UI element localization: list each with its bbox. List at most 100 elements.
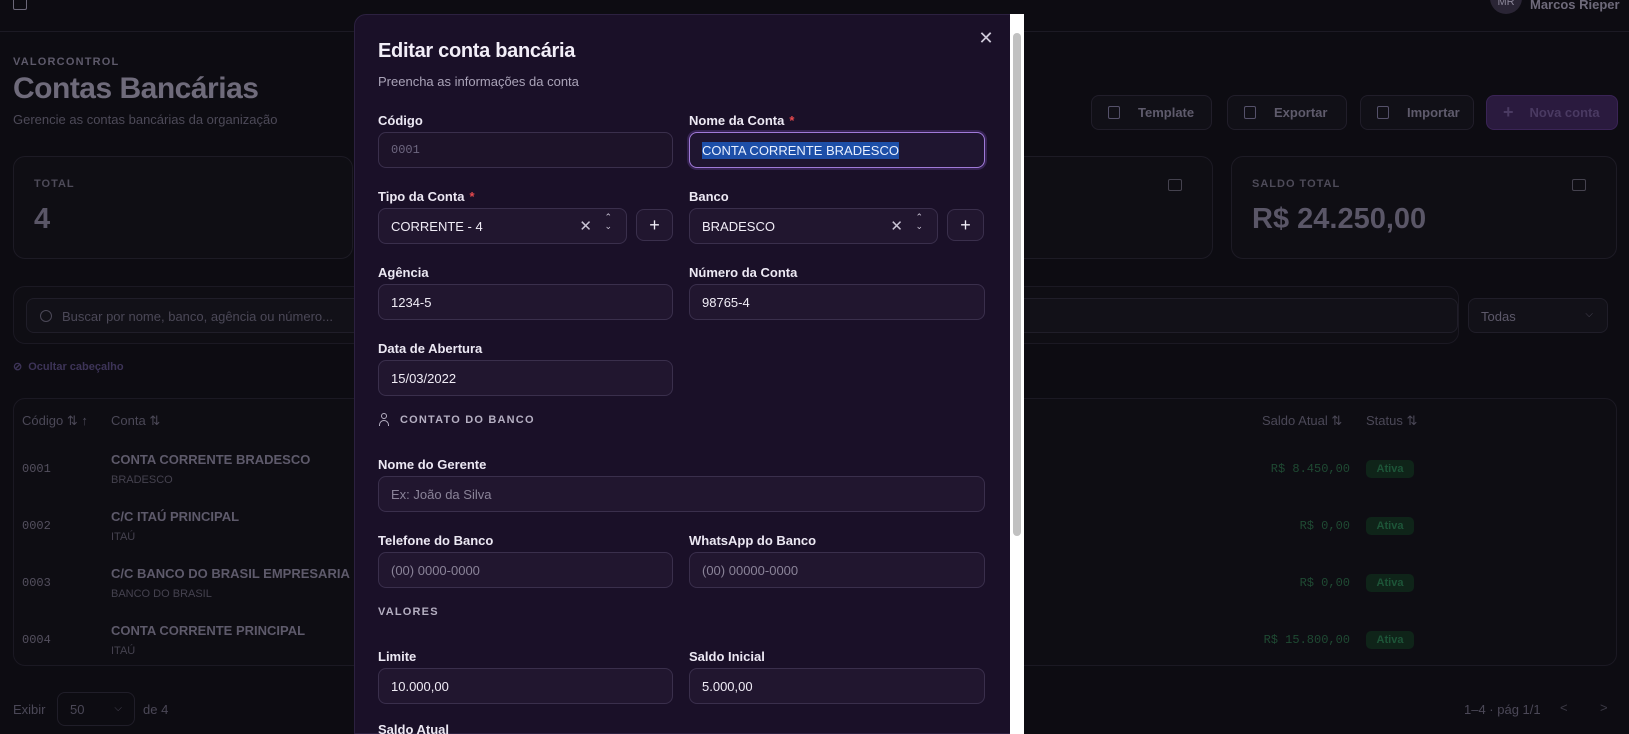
new-account-label: Nova conta	[1529, 105, 1600, 120]
row-bank: BANCO DO BRASIL	[111, 588, 212, 600]
status-badge: Ativa	[1366, 517, 1414, 535]
tipo-label-text: Tipo da Conta	[378, 189, 465, 204]
tipo-select[interactable]: CORRENTE - 4 ✕ ⌃ ⌄	[378, 208, 627, 244]
add-tipo-button[interactable]: +	[636, 209, 673, 241]
gerente-placeholder: Ex: João da Silva	[391, 487, 492, 502]
codigo-label: Código	[378, 113, 423, 128]
section-valores: VALORES	[378, 606, 439, 618]
stat-card-total: TOTAL 4	[13, 156, 353, 259]
banco-value: BRADESCO	[702, 219, 775, 234]
row-code: 0004	[22, 633, 51, 647]
clear-icon[interactable]: ✕	[579, 217, 592, 235]
banco-select[interactable]: BRADESCO ✕ ⌃ ⌄	[689, 208, 938, 244]
abertura-label: Data de Abertura	[378, 341, 483, 356]
gerente-field[interactable]: Ex: João da Silva	[378, 476, 985, 512]
page-subtitle: Gerencie as contas bancárias da organiza…	[13, 112, 278, 127]
add-banco-button[interactable]: +	[947, 209, 984, 241]
row-name: CONTA CORRENTE PRINCIPAL	[111, 623, 306, 638]
dialog-scrollbar-thumb[interactable]	[1013, 33, 1021, 536]
abertura-field[interactable]: 15/03/2022	[378, 360, 673, 396]
chevron-down-icon: ⌵	[114, 703, 122, 714]
nome-label: Nome da Conta *	[689, 113, 794, 128]
row-name: C/C ITAÚ PRINCIPAL	[111, 509, 240, 524]
agencia-label: Agência	[378, 265, 429, 280]
telefone-placeholder: (00) 0000-0000	[391, 563, 480, 578]
required-marker: *	[469, 189, 475, 204]
agencia-field[interactable]: 1234-5	[378, 284, 673, 320]
search-placeholder: Buscar por nome, banco, agência ou númer…	[62, 309, 333, 324]
column-label: Código	[22, 413, 64, 428]
nome-field[interactable]: CONTA CORRENTE BRADESCO	[689, 132, 985, 168]
status-badge: Ativa	[1366, 574, 1414, 592]
filter-value: Todas	[1481, 309, 1516, 324]
chevron-updown-icon: ⌃ ⌄	[604, 212, 612, 231]
column-header-saldo[interactable]: Saldo Atual ⇅	[1262, 413, 1342, 429]
export-button[interactable]: Exportar	[1227, 95, 1347, 130]
template-button[interactable]: Template	[1091, 95, 1212, 130]
whatsapp-label: WhatsApp do Banco	[689, 533, 817, 548]
row-name: CONTA CORRENTE BRADESCO	[111, 452, 311, 467]
status-badge: Ativa	[1366, 460, 1414, 478]
row-bank: ITAÚ	[111, 531, 136, 543]
row-saldo: R$ 8.450,00	[1270, 462, 1350, 476]
upload-icon	[1377, 106, 1389, 119]
import-button[interactable]: Importar	[1360, 95, 1474, 130]
column-header-conta[interactable]: Conta ⇅	[111, 413, 160, 429]
saldo-inicial-label: Saldo Inicial	[689, 649, 765, 664]
page-size-label: Exibir	[13, 702, 46, 717]
template-label: Template	[1138, 105, 1195, 120]
hide-header-label: Ocultar cabeçalho	[28, 361, 124, 373]
saldo-inicial-field[interactable]: 5.000,00	[689, 668, 985, 704]
sort-icon: ⇅	[149, 413, 161, 428]
user-name[interactable]: Marcos Rieper	[1530, 0, 1620, 12]
prev-page-icon[interactable]: <	[1560, 700, 1568, 715]
column-label: Saldo Atual	[1262, 413, 1328, 428]
import-label: Importar	[1407, 105, 1460, 120]
codigo-field: 0001	[378, 132, 673, 168]
user-icon	[378, 413, 390, 426]
numero-field[interactable]: 98765-4	[689, 284, 985, 320]
plus-icon: +	[1503, 102, 1514, 122]
wallet-icon	[1168, 179, 1182, 191]
chevron-updown-icon: ⌃ ⌄	[915, 212, 923, 231]
org-name: VALORCONTROL	[13, 56, 120, 68]
whatsapp-field[interactable]: (00) 00000-0000	[689, 552, 985, 588]
column-header-codigo[interactable]: Código ⇅ ↑	[22, 413, 88, 429]
page-title: Contas Bancárias	[13, 72, 259, 105]
required-marker: *	[789, 113, 795, 128]
tipo-value: CORRENTE - 4	[391, 219, 483, 234]
limite-label: Limite	[378, 649, 417, 664]
nome-value: CONTA CORRENTE BRADESCO	[702, 142, 899, 159]
row-code: 0001	[22, 462, 51, 476]
hide-header-toggle[interactable]: ⊘ Ocultar cabeçalho	[13, 360, 124, 373]
stat-card-saldo-total: SALDO TOTAL R$ 24.250,00	[1231, 156, 1617, 259]
page-size-select[interactable]: 50 ⌵	[57, 692, 135, 726]
section-contato: CONTATO DO BANCO	[400, 414, 535, 426]
page-size-value: 50	[70, 702, 85, 717]
numero-label: Número da Conta	[689, 265, 798, 280]
banco-label: Banco	[689, 189, 729, 204]
row-saldo: R$ 15.800,00	[1263, 633, 1350, 647]
avatar[interactable]: MR	[1490, 0, 1522, 14]
row-code: 0003	[22, 576, 51, 590]
status-badge: Ativa	[1366, 631, 1414, 649]
pagination-info: 1–4 · pág 1/1	[1464, 702, 1541, 717]
clear-icon[interactable]: ✕	[890, 217, 903, 235]
sidebar-toggle-icon[interactable]	[13, 0, 27, 10]
column-header-status[interactable]: Status ⇅	[1366, 413, 1417, 429]
stat-card-hidden	[1020, 156, 1213, 259]
stat-value: 4	[34, 203, 51, 235]
stat-value: R$ 24.250,00	[1252, 203, 1427, 235]
whatsapp-placeholder: (00) 00000-0000	[702, 563, 799, 578]
new-account-button[interactable]: + Nova conta	[1486, 95, 1618, 130]
next-page-icon[interactable]: >	[1600, 700, 1608, 715]
telefone-field[interactable]: (00) 0000-0000	[378, 552, 673, 588]
sort-icon: ⇅ ↑	[66, 413, 88, 428]
stat-label: SALDO TOTAL	[1252, 178, 1341, 190]
file-icon	[1108, 106, 1120, 119]
limite-field[interactable]: 10.000,00	[378, 668, 673, 704]
eye-off-icon: ⊘	[13, 361, 23, 373]
close-icon[interactable]: ✕	[976, 28, 996, 48]
row-saldo: R$ 0,00	[1299, 519, 1350, 533]
status-filter-select[interactable]: Todas ⌵	[1468, 298, 1608, 333]
